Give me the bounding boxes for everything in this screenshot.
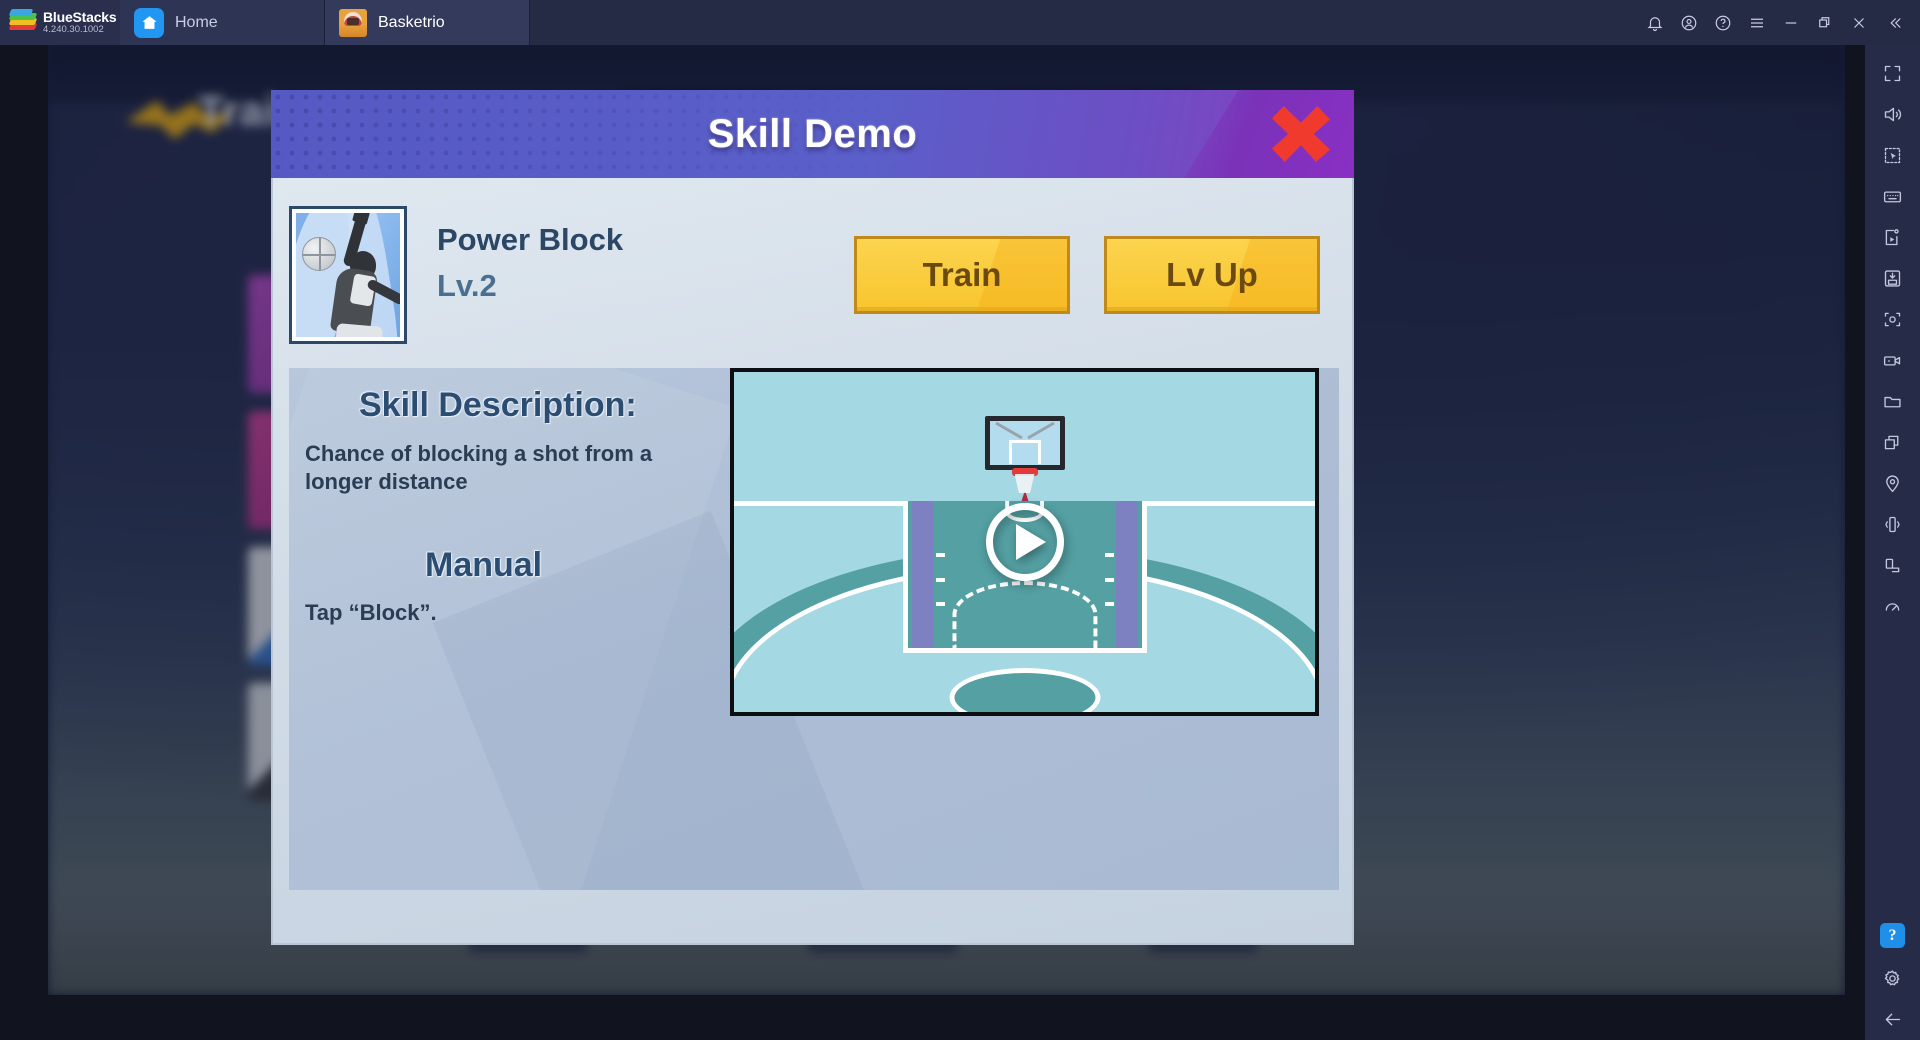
cursor-select-icon[interactable]: [1873, 135, 1913, 176]
tools-sidebar: ?: [1865, 45, 1920, 1040]
manual-body: Tap “Block”.: [305, 600, 437, 625]
home-icon: [134, 7, 164, 38]
account-icon[interactable]: [1672, 0, 1706, 45]
play-button-icon[interactable]: [985, 503, 1064, 581]
maximize-icon[interactable]: [1808, 0, 1842, 45]
notification-bell-icon[interactable]: [1638, 0, 1672, 45]
lane-strip-left: [911, 501, 934, 648]
help-badge-label: ?: [1880, 923, 1905, 948]
brand-version: 4.240.30.1002: [43, 23, 104, 35]
skill-description-body: Chance of blocking a shot from a longer …: [305, 441, 653, 495]
dialog-header: Skill Demo: [271, 90, 1354, 178]
multi-instance-icon[interactable]: [1873, 422, 1913, 463]
back-arrow-icon[interactable]: [1873, 999, 1913, 1040]
settings-gear-icon[interactable]: [1873, 958, 1913, 999]
titlebar-spacer: [530, 0, 1638, 45]
screen-record-icon[interactable]: [1873, 340, 1913, 381]
screenshot-icon[interactable]: [1873, 299, 1913, 340]
level-up-button[interactable]: Lv Up: [1104, 236, 1320, 314]
titlebar: BlueStacks 4.240.30.1002 Home Basketrio: [0, 0, 1920, 45]
emulator-screen: Train 14423 0 367: [48, 45, 1845, 995]
tab-basketrio[interactable]: Basketrio: [325, 0, 530, 45]
bluestacks-brand: BlueStacks 4.240.30.1002: [0, 0, 120, 45]
bluestacks-logo-icon: [8, 8, 38, 36]
skill-description-heading: Skill Description:: [359, 386, 637, 424]
train-button-label: Train: [922, 256, 1002, 293]
tab-basketrio-label: Basketrio: [378, 13, 445, 31]
dialog-title: Skill Demo: [707, 111, 918, 156]
rotate-screen-icon[interactable]: [1873, 545, 1913, 586]
keyboard-controls-icon[interactable]: [1873, 176, 1913, 217]
skill-summary-row: Power Block Lv.2 Train Lv Up: [289, 206, 1339, 346]
tab-home[interactable]: Home: [120, 0, 325, 45]
volume-icon[interactable]: [1873, 94, 1913, 135]
game-avatar-icon: [339, 8, 367, 37]
minimize-icon[interactable]: [1774, 0, 1808, 45]
brand-name: BlueStacks: [43, 9, 117, 26]
skill-level: Lv.2: [437, 268, 497, 303]
power-block-skill-icon: [289, 206, 407, 344]
train-button[interactable]: Train: [854, 236, 1070, 314]
fullscreen-icon[interactable]: [1873, 53, 1913, 94]
backboard: [984, 416, 1065, 470]
free-throw-arc: [951, 581, 1098, 649]
skill-info-panel: Skill Description: Chance of blocking a …: [289, 368, 1339, 890]
level-up-button-label: Lv Up: [1166, 256, 1258, 293]
eco-mode-icon[interactable]: [1873, 586, 1913, 627]
hamburger-menu-icon[interactable]: [1740, 0, 1774, 45]
skill-name: Power Block: [437, 222, 624, 257]
help-blue-icon[interactable]: ?: [1873, 915, 1913, 956]
macro-recorder-icon[interactable]: [1873, 217, 1913, 258]
tab-home-label: Home: [175, 13, 218, 31]
shake-icon[interactable]: [1873, 504, 1913, 545]
collapse-left-icon[interactable]: [1876, 0, 1914, 45]
location-icon[interactable]: [1873, 463, 1913, 504]
manual-heading: Manual: [425, 546, 543, 584]
close-x-icon[interactable]: [1272, 106, 1330, 162]
skill-demo-video[interactable]: [730, 368, 1319, 716]
lane-strip-right: [1115, 501, 1138, 648]
skill-demo-dialog: Skill Demo Power Block Lv.2 Train Lv Up …: [271, 90, 1354, 945]
media-manager-icon[interactable]: [1873, 381, 1913, 422]
titlebar-icon-group: [1638, 0, 1920, 45]
close-icon[interactable]: [1842, 0, 1876, 45]
dialog-body: Power Block Lv.2 Train Lv Up Skill Descr…: [271, 178, 1354, 945]
help-circle-icon[interactable]: [1706, 0, 1740, 45]
bluestacks-window: BlueStacks 4.240.30.1002 Home Basketrio: [0, 0, 1920, 1040]
install-apk-icon[interactable]: [1873, 258, 1913, 299]
